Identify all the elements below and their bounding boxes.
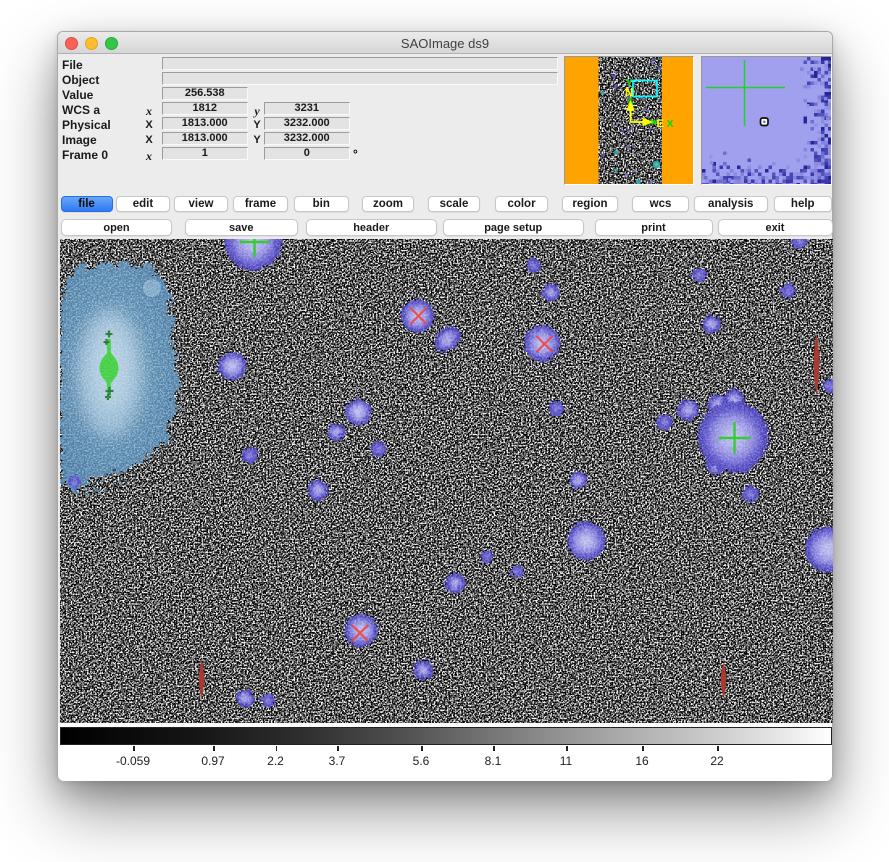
svg-text:N: N (625, 88, 633, 100)
svg-text:X: X (667, 118, 674, 130)
svg-text:E: E (657, 118, 664, 130)
